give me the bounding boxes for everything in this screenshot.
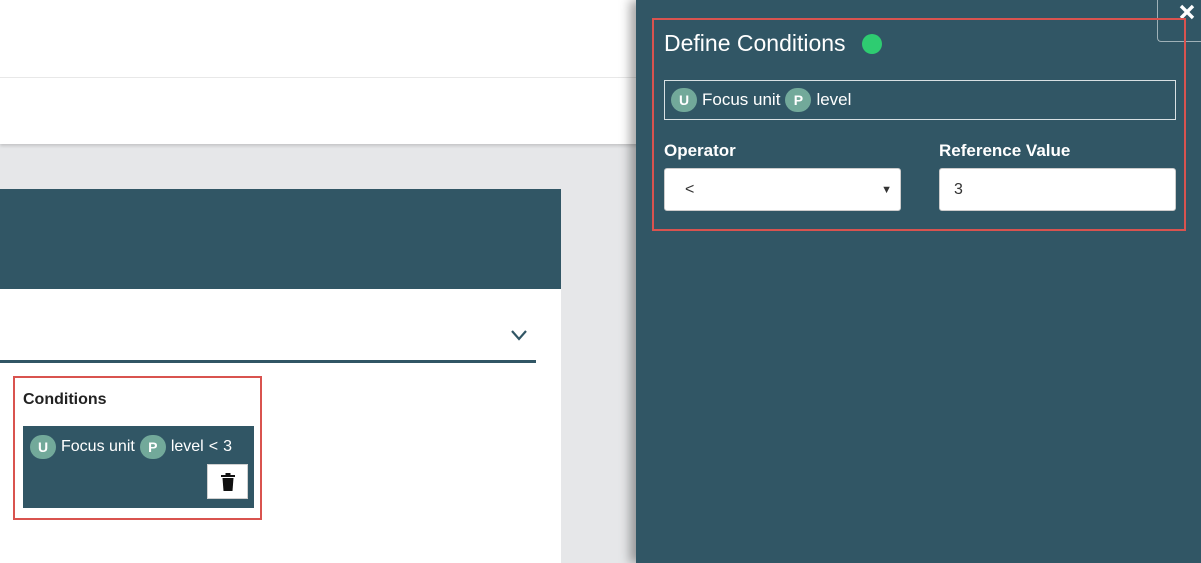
chevron-down-icon[interactable] [510,326,528,344]
trash-icon [220,472,235,491]
property-badge: P [785,88,812,112]
property-label: level [170,438,204,455]
conditions-section: Conditions U Focus unit P level < 3 [13,376,262,520]
rule-select[interactable] [0,320,536,363]
panel-title-row: Define Conditions [664,30,882,57]
define-conditions-form: Define Conditions U Focus unit P level O… [652,18,1186,231]
property-badge: P [139,435,166,459]
reference-value-input[interactable] [939,168,1176,211]
dropdown-arrow-icon: ▼ [881,184,892,196]
conditions-title: Conditions [23,391,107,408]
rule-card: Conditions U Focus unit P level < 3 [0,189,561,563]
condition-expression: U Focus unit P level < 3 [30,435,232,459]
operator-selected-value: < [685,180,695,198]
reference-value-label: Reference Value [939,141,1071,160]
unit-badge: U [30,435,56,459]
sub-bar [0,78,640,144]
delete-condition-button[interactable] [207,464,248,499]
unit-badge: U [671,88,697,112]
condition-item: U Focus unit P level < 3 [23,426,254,508]
condition-operator: < [208,438,219,455]
status-dot-icon [861,33,882,54]
condition-value: 3 [223,438,232,455]
panel-title: Define Conditions [664,30,846,56]
define-conditions-panel: Define Conditions U Focus unit P level O… [636,0,1201,563]
card-header [0,189,561,289]
top-bar [0,0,640,78]
unit-label: Focus unit [702,90,781,109]
property-label: level [816,90,852,109]
operator-label: Operator [664,141,736,160]
operator-select[interactable]: < ▼ [664,168,901,211]
expression-field[interactable]: U Focus unit P level [664,80,1176,120]
unit-label: Focus unit [61,438,135,455]
